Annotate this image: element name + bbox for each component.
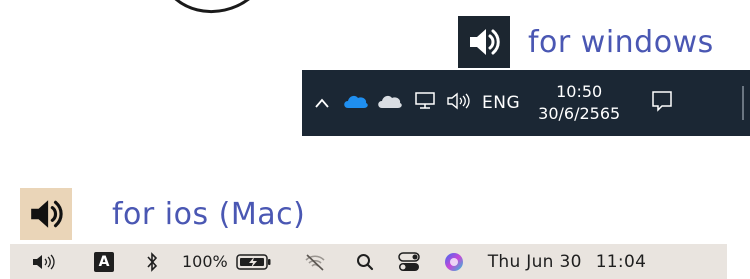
language-indicator[interactable]: ENG [482,93,520,113]
battery-charging-icon[interactable] [236,253,272,271]
clock-time: 10:50 [556,82,603,101]
windows-heading-label: for windows [528,24,714,60]
speaker-icon [20,188,72,240]
cloud-icon[interactable] [376,93,402,113]
scribble-decoration [174,0,250,13]
menubar-date[interactable]: Thu Jun 30 [488,252,582,272]
clock[interactable]: 10:50 30/6/2565 [538,81,620,125]
volume-icon[interactable] [32,254,56,270]
input-source-icon[interactable]: A [94,251,114,272]
mac-heading-label: for ios (Mac) [112,196,306,232]
notification-icon[interactable] [650,89,674,117]
chevron-up-icon[interactable] [314,95,330,111]
menubar-time[interactable]: 11:04 [596,252,647,272]
search-icon[interactable] [356,253,374,271]
show-desktop-edge[interactable] [742,86,744,120]
siri-icon[interactable] [444,252,464,272]
battery-percent[interactable]: 100% [182,252,228,271]
wifi-off-icon[interactable] [304,253,326,271]
mac-menubar: A 100% Thu Jun 30 11:04 [10,244,727,279]
onedrive-cloud-icon[interactable] [342,93,368,113]
control-center-icon[interactable] [398,251,420,272]
volume-icon[interactable] [446,92,472,114]
bluetooth-icon[interactable] [146,251,158,272]
speaker-icon [458,16,510,68]
mac-heading: for ios (Mac) [20,188,305,240]
clock-date: 30/6/2565 [538,104,621,123]
network-icon[interactable] [414,91,436,115]
windows-heading: for windows [458,16,714,68]
windows-taskbar: ENG 10:50 30/6/2565 [302,70,750,136]
